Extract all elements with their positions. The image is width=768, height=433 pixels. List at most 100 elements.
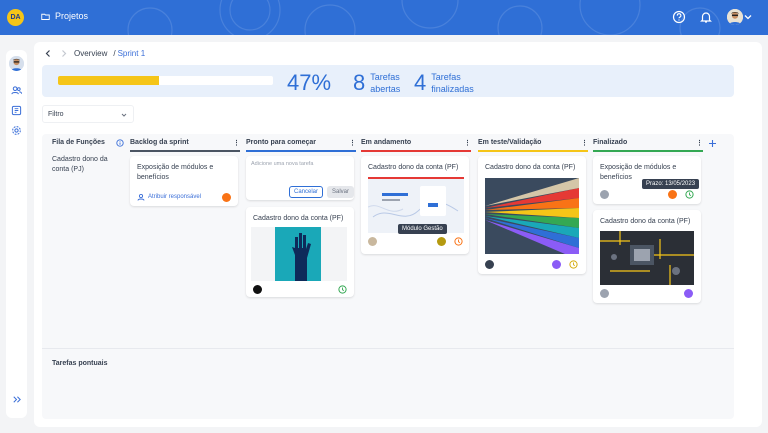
background-pattern [127, 0, 721, 35]
tag-dot[interactable] [668, 190, 677, 199]
column-color-bar [361, 150, 471, 152]
column-backlog: Backlog da sprint ⋮ [130, 139, 240, 152]
column-title: Backlog da sprint [130, 139, 189, 146]
assignee-avatar[interactable] [600, 190, 609, 199]
sprint-stats: 47% 8 Tarefas abertas 4 Tarefas finalizada… [42, 65, 734, 97]
column-done: Finalizado ⋮ [593, 139, 703, 152]
column-title: Finalizado [593, 139, 628, 146]
progress-fill [58, 76, 160, 85]
user-avatar[interactable] [727, 9, 743, 25]
column-menu-icon[interactable]: ⋮ [233, 139, 240, 149]
projects-label: Projetos [55, 11, 89, 21]
open-tasks-label-1: Tarefas [370, 72, 400, 82]
done-tasks-stat: 4 Tarefas finalizadas [414, 70, 474, 96]
column-color-bar [130, 150, 240, 152]
card-title: Cadastro dono da conta (PF) [253, 215, 344, 222]
card-image-hand [251, 227, 347, 281]
assign-label: Atribuir responsável [148, 194, 202, 200]
folder-icon [41, 13, 50, 20]
info-icon[interactable] [116, 139, 124, 147]
done-tasks-label: Tarefas finalizadas [431, 71, 474, 95]
done-tasks-label-1: Tarefas [431, 72, 461, 82]
queue-title: Fila de Funções [52, 139, 105, 146]
row-label-pj: Cadastro dono da conta (PJ) [52, 156, 108, 173]
sidebar-avatar[interactable] [9, 56, 24, 71]
filter-label: Filtro [48, 111, 64, 118]
chevron-down-icon[interactable] [744, 13, 752, 21]
add-column-icon[interactable] [708, 139, 717, 148]
column-color-bar [246, 150, 356, 152]
breadcrumb-current: Sprint 1 [117, 49, 146, 58]
row-label-ad-hoc: Tarefas pontuais [52, 360, 108, 367]
open-tasks-label: Tarefas abertas [370, 71, 400, 95]
column-ready: Pronto para começar ⋮ [246, 139, 356, 152]
new-task-input[interactable]: Adicione uma nova tarefa [251, 161, 313, 167]
card-title: Cadastro dono da conta (PF) [368, 164, 459, 171]
task-card[interactable]: Cadastro dono da conta (PF) [593, 210, 701, 303]
column-color-bar [478, 150, 588, 152]
tag-dot[interactable] [552, 260, 561, 269]
column-menu-icon[interactable]: ⋮ [464, 139, 471, 149]
card-image-color-swatches [485, 178, 579, 254]
clock-icon[interactable] [685, 190, 694, 199]
tag-dot[interactable] [437, 237, 446, 246]
done-tasks-count: 4 [414, 70, 427, 95]
open-tasks-label-2: abertas [370, 84, 401, 94]
top-navigation-bar: DA Projetos [0, 0, 768, 35]
breadcrumb: Overview / Sprint 1 [44, 49, 145, 58]
column-color-bar [593, 150, 703, 152]
forward-arrow-icon[interactable] [59, 49, 68, 58]
user-add-icon [137, 193, 145, 201]
sidebar [6, 50, 27, 418]
task-card[interactable]: Cadastro dono da conta (PF) [478, 156, 586, 274]
filter-dropdown[interactable]: Filtro [42, 105, 134, 123]
row-divider [42, 348, 734, 349]
tag-tooltip: Módulo Gestão [398, 224, 447, 234]
clock-icon[interactable] [454, 237, 463, 246]
breadcrumb-separator: / [113, 49, 116, 58]
board-icon[interactable] [11, 105, 22, 116]
help-circle-icon[interactable] [672, 10, 686, 24]
save-button[interactable]: Salvar [327, 186, 354, 198]
clock-icon[interactable] [338, 285, 347, 294]
chevron-down-icon [121, 113, 127, 117]
card-title: Cadastro dono da conta (PF) [485, 164, 576, 171]
app-logo[interactable]: DA [7, 9, 24, 26]
card-title: Cadastro dono da conta (PF) [600, 218, 691, 225]
open-tasks-count: 8 [353, 70, 366, 95]
column-menu-icon[interactable]: ⋮ [581, 139, 588, 149]
assignee-avatar[interactable] [485, 260, 494, 269]
projects-link[interactable]: Projetos [41, 11, 88, 21]
assignee-avatar[interactable] [368, 237, 377, 246]
column-title: Em teste/Validação [478, 139, 542, 146]
main-panel: Overview / Sprint 1 47% 8 Tarefas abertas… [34, 42, 762, 427]
task-card[interactable]: Exposição de módulos e benefícios Prazo:… [593, 156, 701, 204]
done-tasks-label-2: finalizadas [431, 84, 474, 94]
assign-responsible-link[interactable]: Atribuir responsável [137, 193, 201, 201]
gear-icon[interactable] [11, 125, 22, 136]
clock-icon[interactable] [569, 260, 578, 269]
column-menu-icon[interactable]: ⋮ [349, 139, 356, 149]
cancel-button[interactable]: Cancelar [289, 186, 323, 198]
task-card[interactable]: Cadastro dono da conta (PF) [246, 207, 354, 297]
back-arrow-icon[interactable] [44, 49, 53, 58]
column-menu-icon[interactable]: ⋮ [696, 139, 703, 149]
tag-dot[interactable] [684, 289, 693, 298]
card-image-circuit-board [600, 231, 694, 285]
new-task-card: Adicione uma nova tarefa Cancelar Salvar [246, 156, 354, 200]
progress-percent: 47% [287, 70, 332, 95]
assignee-avatar[interactable] [253, 285, 262, 294]
breadcrumb-root[interactable]: Overview [74, 49, 107, 58]
task-card[interactable]: Exposição de módulos e benefícios Atribu… [130, 156, 238, 206]
tag-dot[interactable] [222, 193, 231, 202]
deadline-tooltip: Prazo: 13/05/2023 [642, 179, 700, 189]
card-title: Exposição de módulos e benefícios [137, 164, 214, 181]
open-tasks-stat: 8 Tarefas abertas [353, 70, 400, 96]
bell-icon[interactable] [699, 10, 713, 24]
column-title: Em andamento [361, 139, 412, 146]
users-icon[interactable] [11, 85, 22, 96]
expand-sidebar-icon[interactable] [11, 394, 22, 405]
assignee-avatar[interactable] [600, 289, 609, 298]
task-card[interactable]: Cadastro dono da conta (PF) Módulo Gestã… [361, 156, 469, 254]
column-testing: Em teste/Validação ⋮ [478, 139, 588, 152]
